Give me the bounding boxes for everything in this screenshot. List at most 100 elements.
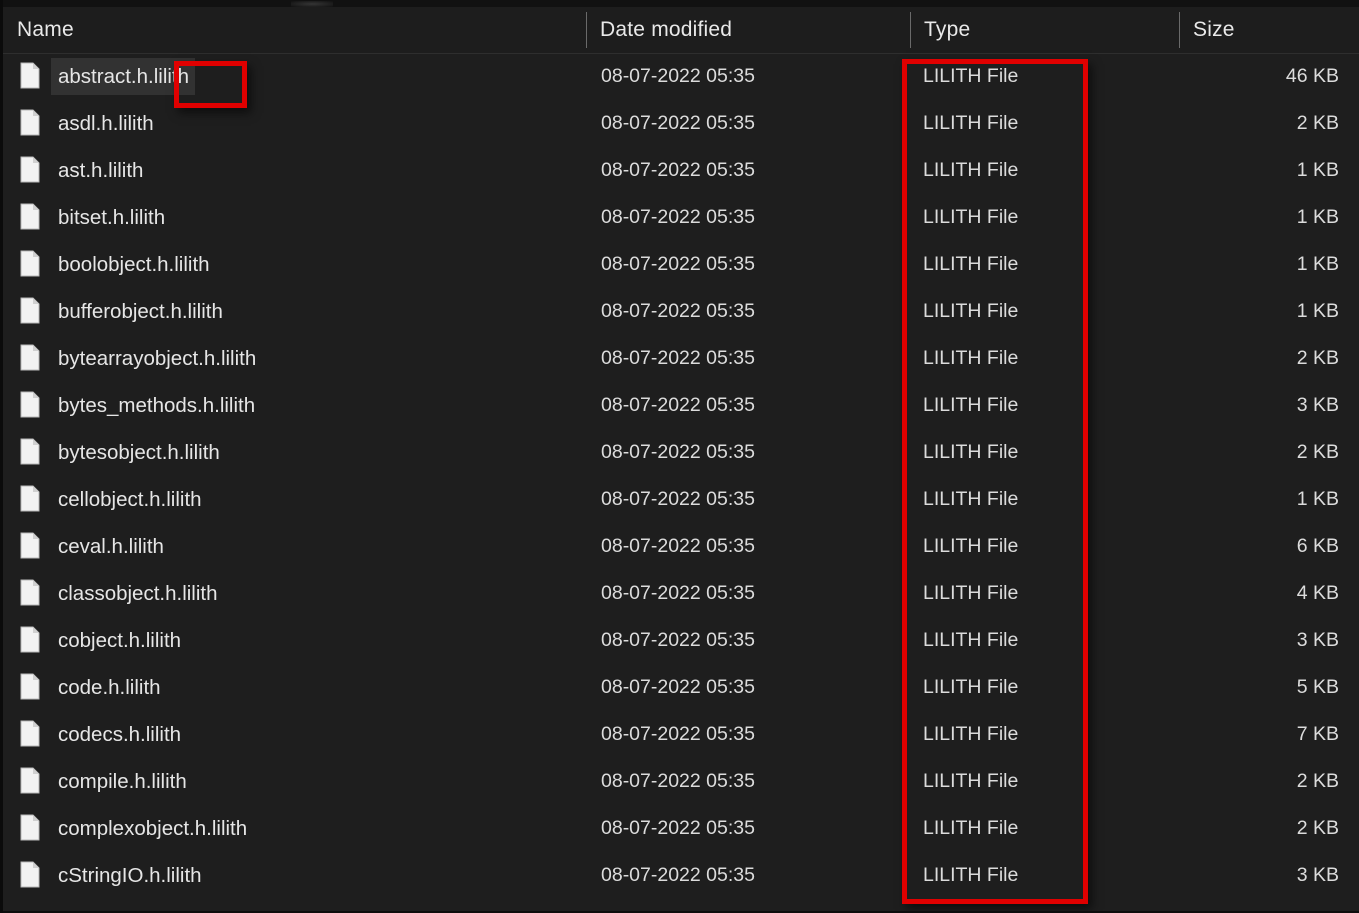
file-name-cell[interactable]: bytesobject.h.lilith bbox=[51, 434, 226, 471]
file-size-cell: 3 KB bbox=[1296, 629, 1339, 651]
file-type-cell: LILITH File bbox=[923, 488, 1019, 510]
table-row[interactable]: codecs.h.lilith 08-07-2022 05:35 LILITH Fi… bbox=[3, 711, 1359, 758]
file-name-cell[interactable]: bytearrayobject.h.lilith bbox=[51, 340, 262, 377]
file-date-cell: 08-07-2022 05:35 bbox=[601, 582, 755, 604]
file-icon bbox=[20, 626, 40, 653]
file-date-cell: 08-07-2022 05:35 bbox=[601, 394, 755, 416]
file-size-cell: 2 KB bbox=[1296, 770, 1339, 792]
file-name-cell[interactable]: bitset.h.lilith bbox=[51, 199, 171, 236]
file-icon bbox=[20, 438, 40, 465]
file-size-cell: 1 KB bbox=[1296, 488, 1339, 510]
file-type-cell: LILITH File bbox=[923, 676, 1019, 698]
table-row[interactable]: bufferobject.h.lilith 08-07-2022 05:35 LIL… bbox=[3, 288, 1359, 335]
file-date-cell: 08-07-2022 05:35 bbox=[601, 629, 755, 651]
file-icon bbox=[20, 391, 40, 418]
table-row[interactable]: bitset.h.lilith 08-07-2022 05:35 LILITH Fi… bbox=[3, 194, 1359, 241]
file-name-cell[interactable]: codecs.h.lilith bbox=[51, 716, 187, 753]
file-name-cell[interactable]: complexobject.h.lilith bbox=[51, 810, 253, 847]
file-type-cell: LILITH File bbox=[923, 629, 1019, 651]
file-name-cell[interactable]: ceval.h.lilith bbox=[51, 528, 170, 565]
file-date-cell: 08-07-2022 05:35 bbox=[601, 441, 755, 463]
file-date-cell: 08-07-2022 05:35 bbox=[601, 488, 755, 510]
file-type-cell: LILITH File bbox=[923, 441, 1019, 463]
file-size-cell: 3 KB bbox=[1296, 394, 1339, 416]
file-type-cell: LILITH File bbox=[923, 253, 1019, 275]
file-size-cell: 5 KB bbox=[1296, 676, 1339, 698]
column-header-row: Name Date modified Type Size bbox=[3, 7, 1359, 54]
table-row[interactable]: complexobject.h.lilith 08-07-2022 05:35 LI… bbox=[3, 805, 1359, 852]
file-size-cell: 1 KB bbox=[1296, 253, 1339, 275]
file-list[interactable]: abstract.h.lilith 08-07-2022 05:35 LILITH … bbox=[3, 53, 1359, 913]
table-row[interactable]: code.h.lilith 08-07-2022 05:35 LILITH File… bbox=[3, 664, 1359, 711]
column-header-date-modified-label: Date modified bbox=[600, 18, 733, 41]
table-row[interactable]: ast.h.lilith 08-07-2022 05:35 LILITH File 1… bbox=[3, 147, 1359, 194]
file-explorer-window: Name Date modified Type Size abstract.h.… bbox=[0, 0, 1359, 913]
file-name-cell[interactable]: ast.h.lilith bbox=[51, 152, 149, 189]
table-row[interactable]: asdl.h.lilith 08-07-2022 05:35 LILITH File… bbox=[3, 100, 1359, 147]
file-icon bbox=[20, 861, 40, 888]
table-row[interactable]: abstract.h.lilith 08-07-2022 05:35 LILITH … bbox=[3, 53, 1359, 100]
file-size-cell: 4 KB bbox=[1296, 582, 1339, 604]
file-type-cell: LILITH File bbox=[923, 864, 1019, 886]
file-type-cell: LILITH File bbox=[923, 582, 1019, 604]
file-icon bbox=[20, 156, 40, 183]
file-name-cell[interactable]: cobject.h.lilith bbox=[51, 622, 187, 659]
column-header-name-label: Name bbox=[17, 18, 74, 41]
file-icon bbox=[20, 250, 40, 277]
table-row[interactable]: bytesobject.h.lilith 08-07-2022 05:35 LILI… bbox=[3, 429, 1359, 476]
table-row[interactable]: cellobject.h.lilith 08-07-2022 05:35 LILIT… bbox=[3, 476, 1359, 523]
file-date-cell: 08-07-2022 05:35 bbox=[601, 253, 755, 275]
file-size-cell: 2 KB bbox=[1296, 817, 1339, 839]
table-row[interactable]: ceval.h.lilith 08-07-2022 05:35 LILITH Fil… bbox=[3, 523, 1359, 570]
file-icon bbox=[20, 720, 40, 747]
file-icon bbox=[20, 297, 40, 324]
file-name-cell[interactable]: asdl.h.lilith bbox=[51, 105, 160, 142]
file-date-cell: 08-07-2022 05:35 bbox=[601, 65, 755, 87]
table-row[interactable]: boolobject.h.lilith 08-07-2022 05:35 LILIT… bbox=[3, 241, 1359, 288]
file-icon bbox=[20, 109, 40, 136]
file-size-cell: 46 KB bbox=[1285, 65, 1339, 87]
column-header-size[interactable]: Size bbox=[1179, 7, 1359, 53]
file-type-cell: LILITH File bbox=[923, 535, 1019, 557]
table-row[interactable]: bytes_methods.h.lilith 08-07-2022 05:35 LI… bbox=[3, 382, 1359, 429]
file-type-cell: LILITH File bbox=[923, 159, 1019, 181]
file-name-cell[interactable]: compile.h.lilith bbox=[51, 763, 193, 800]
file-size-cell: 2 KB bbox=[1296, 112, 1339, 134]
file-date-cell: 08-07-2022 05:35 bbox=[601, 347, 755, 369]
file-name-cell[interactable]: bytes_methods.h.lilith bbox=[51, 387, 261, 424]
column-header-name[interactable]: Name bbox=[3, 7, 586, 53]
file-date-cell: 08-07-2022 05:35 bbox=[601, 300, 755, 322]
file-icon bbox=[20, 814, 40, 841]
file-type-cell: LILITH File bbox=[923, 347, 1019, 369]
table-row[interactable]: compile.h.lilith 08-07-2022 05:35 LILITH F… bbox=[3, 758, 1359, 805]
file-name-cell[interactable]: code.h.lilith bbox=[51, 669, 167, 706]
table-row[interactable]: cobject.h.lilith 08-07-2022 05:35 LILITH F… bbox=[3, 617, 1359, 664]
file-name-cell[interactable]: boolobject.h.lilith bbox=[51, 246, 216, 283]
column-header-date-modified[interactable]: Date modified bbox=[586, 7, 910, 53]
file-icon bbox=[20, 344, 40, 371]
file-type-cell: LILITH File bbox=[923, 65, 1019, 87]
file-date-cell: 08-07-2022 05:35 bbox=[601, 206, 755, 228]
table-row[interactable]: bytearrayobject.h.lilith 08-07-2022 05:35… bbox=[3, 335, 1359, 382]
table-row[interactable]: classobject.h.lilith 08-07-2022 05:35 LILI… bbox=[3, 570, 1359, 617]
file-type-cell: LILITH File bbox=[923, 206, 1019, 228]
file-icon bbox=[20, 673, 40, 700]
file-size-cell: 1 KB bbox=[1296, 206, 1339, 228]
file-date-cell: 08-07-2022 05:35 bbox=[601, 723, 755, 745]
file-icon bbox=[20, 203, 40, 230]
file-type-cell: LILITH File bbox=[923, 300, 1019, 322]
file-size-cell: 1 KB bbox=[1296, 300, 1339, 322]
file-type-cell: LILITH File bbox=[923, 112, 1019, 134]
file-name-cell[interactable]: cellobject.h.lilith bbox=[51, 481, 208, 518]
column-header-type[interactable]: Type bbox=[910, 7, 1179, 53]
file-size-cell: 2 KB bbox=[1296, 347, 1339, 369]
table-row[interactable]: cStringIO.h.lilith 08-07-2022 05:35 LILITH… bbox=[3, 852, 1359, 899]
file-date-cell: 08-07-2022 05:35 bbox=[601, 159, 755, 181]
file-name-cell[interactable]: bufferobject.h.lilith bbox=[51, 293, 229, 330]
file-name-cell[interactable]: abstract.h.lilith bbox=[51, 58, 196, 95]
file-date-cell: 08-07-2022 05:35 bbox=[601, 676, 755, 698]
file-name-cell[interactable]: cStringIO.h.lilith bbox=[51, 857, 208, 894]
file-name-cell[interactable]: classobject.h.lilith bbox=[51, 575, 224, 612]
file-size-cell: 6 KB bbox=[1296, 535, 1339, 557]
file-icon bbox=[20, 767, 40, 794]
